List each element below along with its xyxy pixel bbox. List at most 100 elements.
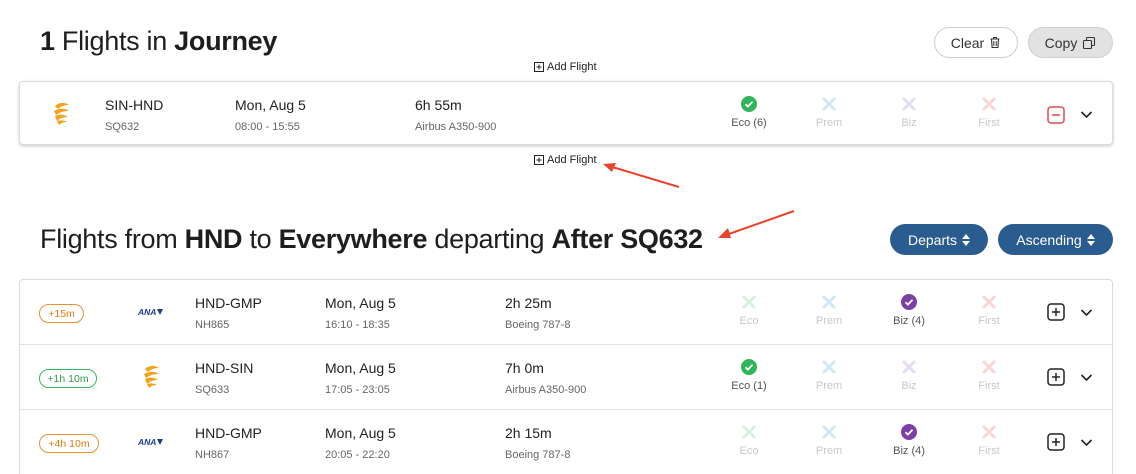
- annotation-arrow-icon: [603, 163, 680, 188]
- aircraft-type: Boeing 787-8: [505, 319, 571, 331]
- annotation-arrow-icon: [718, 210, 795, 238]
- results-title-text: departing: [427, 224, 552, 254]
- singapore-airlines-logo: [54, 102, 69, 125]
- flight-duration: 2h 15m: [505, 425, 552, 441]
- cabin-biz: Biz (4): [879, 294, 939, 327]
- time-delta-badge: +1h 10m: [39, 369, 97, 388]
- cabin-prem: Prem: [799, 359, 859, 392]
- flight-route: SIN-HND: [105, 97, 164, 113]
- flight-number: NH867: [195, 449, 230, 461]
- cabin-first: First: [959, 96, 1019, 129]
- add-flight-icon[interactable]: [1047, 433, 1065, 451]
- flight-times: 17:05 - 23:05: [325, 384, 390, 396]
- check-icon: [741, 359, 757, 375]
- x-icon: [982, 425, 996, 439]
- add-flight-link-bottom[interactable]: Add Flight: [534, 154, 597, 166]
- svg-text:ANA: ANA: [138, 307, 156, 317]
- flight-date: Mon, Aug 5: [325, 295, 396, 311]
- cabin-label: Prem: [815, 445, 843, 457]
- add-flight-label: Add Flight: [547, 154, 597, 166]
- flight-row[interactable]: +4h 10m ANA HND-GMP NH867 Mon, Aug 5 20:…: [20, 410, 1112, 474]
- x-icon: [982, 360, 996, 374]
- plus-square-icon: [534, 62, 544, 72]
- flight-route: HND-SIN: [195, 360, 254, 376]
- cabin-label: First: [978, 380, 1000, 392]
- cabin-label: Biz: [901, 380, 917, 392]
- svg-text:ANA: ANA: [138, 437, 156, 447]
- sort-order-label: Ascending: [1016, 231, 1082, 248]
- add-flight-label: Add Flight: [547, 61, 597, 73]
- copy-button[interactable]: Copy: [1028, 27, 1113, 58]
- cabin-prem: Prem: [799, 96, 859, 129]
- flight-duration: 7h 0m: [505, 360, 544, 376]
- flight-row[interactable]: +15m ANA HND-GMP NH865 Mon, Aug 5 16:10 …: [20, 280, 1112, 345]
- flight-times: 20:05 - 22:20: [325, 449, 390, 461]
- journey-title-bold: Journey: [174, 26, 278, 56]
- cabin-label: Prem: [815, 117, 843, 129]
- x-icon: [742, 425, 756, 439]
- ana-logo: ANA: [138, 307, 163, 317]
- sort-order-button[interactable]: Ascending: [998, 224, 1113, 255]
- cabin-label: Eco (1): [731, 380, 767, 392]
- cabin-label: Eco: [739, 315, 759, 327]
- cabin-label: Biz (4): [893, 315, 925, 327]
- time-delta-badge: +4h 10m: [39, 434, 99, 453]
- cabin-label: Biz (4): [893, 445, 925, 457]
- cabin-eco: Eco: [719, 294, 779, 327]
- flight-number: SQ632: [105, 121, 140, 133]
- ana-logo: ANA: [138, 437, 163, 447]
- time-delta-badge: +15m: [39, 304, 84, 323]
- flight-results-list: +15m ANA HND-GMP NH865 Mon, Aug 5 16:10 …: [19, 279, 1113, 474]
- x-icon: [742, 295, 756, 309]
- journey-title: 1 Flights in Journey: [40, 26, 277, 57]
- flight-times: 16:10 - 18:35: [325, 319, 390, 331]
- flight-date: Mon, Aug 5: [325, 425, 396, 441]
- cabin-label: First: [978, 445, 1000, 457]
- add-flight-icon[interactable]: [1047, 368, 1065, 386]
- x-icon: [982, 97, 996, 111]
- x-icon: [822, 97, 836, 111]
- cabin-eco: Eco: [719, 424, 779, 457]
- cabin-biz: Biz: [879, 359, 939, 392]
- flight-number: NH865: [195, 319, 230, 331]
- cabin-prem: Prem: [799, 424, 859, 457]
- journey-title-text: Flights in: [54, 26, 175, 56]
- cabin-first: First: [959, 294, 1019, 327]
- flight-row[interactable]: +1h 10m HND-SIN SQ633 Mon, Aug 5 17:05 -…: [20, 345, 1112, 410]
- cabin-biz: Biz (4): [879, 424, 939, 457]
- chevron-down-icon[interactable]: [1080, 373, 1093, 382]
- cabin-eco: Eco (1): [719, 359, 779, 392]
- results-title-text: to: [242, 224, 279, 254]
- cabin-eco: Eco (6): [719, 96, 779, 129]
- flight-date: Mon, Aug 5: [235, 97, 306, 113]
- aircraft-type: Airbus A350-900: [505, 384, 587, 396]
- cabin-label: Prem: [815, 380, 843, 392]
- cabin-prem: Prem: [799, 294, 859, 327]
- chevron-down-icon[interactable]: [1080, 438, 1093, 447]
- flight-number: SQ633: [195, 384, 230, 396]
- flight-route: HND-GMP: [195, 425, 262, 441]
- chevron-down-icon[interactable]: [1080, 110, 1093, 119]
- sort-field-button[interactable]: Departs: [890, 224, 988, 255]
- results-after: After SQ632: [551, 224, 703, 254]
- sort-arrows-icon: [1086, 233, 1095, 246]
- results-title-text: Flights from: [40, 224, 185, 254]
- x-icon: [902, 360, 916, 374]
- check-icon: [901, 424, 917, 440]
- results-title: Flights from HND to Everywhere departing…: [40, 224, 703, 255]
- x-icon: [902, 97, 916, 111]
- copy-label: Copy: [1044, 34, 1078, 51]
- x-icon: [822, 360, 836, 374]
- copy-icon: [1083, 36, 1096, 49]
- sort-arrows-icon: [962, 233, 971, 246]
- clear-button[interactable]: Clear: [934, 27, 1018, 58]
- journey-count: 1: [40, 26, 55, 56]
- add-flight-link-top[interactable]: Add Flight: [534, 61, 597, 73]
- chevron-down-icon[interactable]: [1080, 308, 1093, 317]
- flight-times: 08:00 - 15:55: [235, 121, 300, 133]
- singapore-airlines-logo: [144, 365, 159, 388]
- add-flight-icon[interactable]: [1047, 303, 1065, 321]
- results-destination: Everywhere: [278, 224, 428, 254]
- remove-flight-icon[interactable]: [1047, 106, 1065, 124]
- sort-field-label: Departs: [907, 231, 958, 248]
